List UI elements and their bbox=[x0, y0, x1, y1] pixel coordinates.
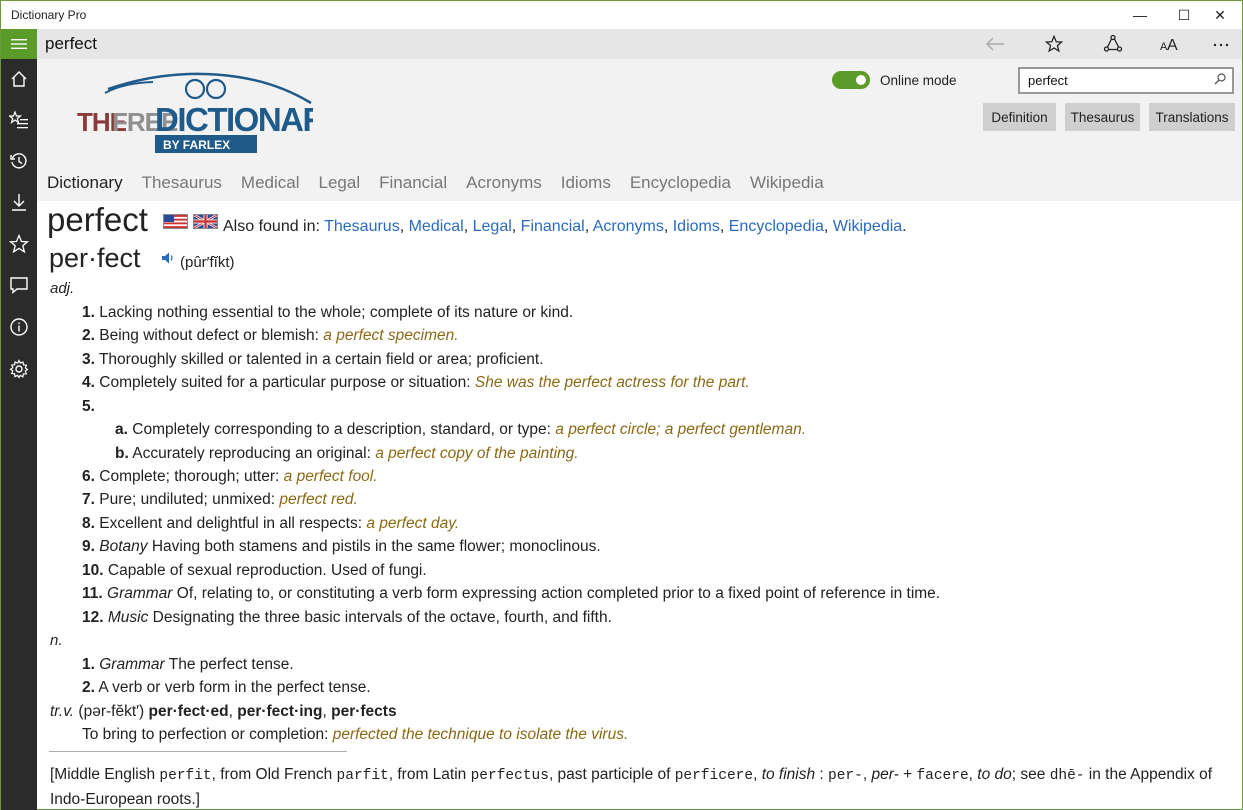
sense-row: 7. Pure; undiluted; unmixed: perfect red… bbox=[82, 491, 358, 508]
pronunciation: (pûr′fĭkt) bbox=[180, 254, 235, 271]
sense-row: 2. A verb or verb form in the perfect te… bbox=[82, 679, 371, 696]
subsense-row: b. Accurately reproducing an original: a… bbox=[115, 445, 579, 462]
us-flag-audio-icon[interactable] bbox=[163, 214, 188, 229]
etymology: [Middle English perfit, from Old French … bbox=[50, 766, 1213, 808]
definition-button[interactable]: Definition bbox=[983, 103, 1056, 131]
source-tabs: Dictionary Thesaurus Medical Legal Finan… bbox=[47, 173, 843, 193]
logo-dictionary: DICTIONARY bbox=[155, 101, 313, 138]
sense-row: 1. Grammar The perfect tense. bbox=[82, 656, 294, 673]
download-icon[interactable] bbox=[1, 187, 37, 217]
text-size-icon[interactable]: AA bbox=[1159, 33, 1183, 55]
also-found-in: Also found in: Thesaurus, Medical, Legal… bbox=[223, 218, 907, 235]
settings-icon[interactable] bbox=[1, 354, 37, 384]
sense-row: 12. Music Designating the three basic in… bbox=[82, 609, 612, 626]
divider bbox=[49, 751, 347, 752]
search-icon[interactable] bbox=[1214, 73, 1226, 88]
sense-row: 10. Capable of sexual reproduction. Used… bbox=[82, 562, 427, 579]
sense-row: 9. Botany Having both stamens and pistil… bbox=[82, 538, 601, 555]
verb-sense: To bring to perfection or completion: pe… bbox=[82, 726, 629, 743]
syllabified-word: per·fect bbox=[49, 243, 141, 273]
audio-flags bbox=[163, 214, 218, 229]
star-icon[interactable] bbox=[1, 229, 37, 259]
online-mode-label: Online mode bbox=[880, 72, 957, 88]
minimize-button[interactable]: — bbox=[1117, 1, 1163, 29]
sense-row: 1. Lacking nothing essential to the whol… bbox=[82, 304, 574, 321]
favorites-list-icon[interactable] bbox=[1, 105, 37, 135]
logo-byline: BY FARLEX bbox=[163, 138, 230, 152]
favorite-star-icon[interactable] bbox=[1042, 33, 1066, 55]
online-mode-control: Online mode bbox=[832, 71, 957, 89]
sense-row: 4. Completely suited for a particular pu… bbox=[82, 374, 750, 391]
sidebar bbox=[1, 29, 37, 810]
link-encyclopedia[interactable]: Encyclopedia bbox=[729, 218, 824, 235]
close-button[interactable]: ✕ bbox=[1197, 1, 1243, 29]
link-idioms[interactable]: Idioms bbox=[673, 218, 720, 235]
tab-financial[interactable]: Financial bbox=[379, 173, 447, 193]
pos-noun: n. bbox=[50, 632, 63, 649]
current-word: perfect bbox=[45, 34, 97, 53]
link-thesaurus[interactable]: Thesaurus bbox=[324, 218, 400, 235]
title-bar: Dictionary Pro — ☐ ✕ bbox=[1, 1, 1242, 29]
tab-wikipedia[interactable]: Wikipedia bbox=[750, 173, 824, 193]
translations-button[interactable]: Translations bbox=[1149, 103, 1235, 131]
tab-thesaurus[interactable]: Thesaurus bbox=[142, 173, 222, 193]
thefreedictionary-logo: THE FREE DICTIONARY BY FARLEX bbox=[77, 72, 313, 153]
header-bar: perfect AA bbox=[37, 29, 1242, 59]
online-mode-toggle[interactable] bbox=[832, 71, 870, 89]
sense-row: 6. Complete; thorough; utter: a perfect … bbox=[82, 468, 378, 485]
subsense-row: a. Completely corresponding to a descrip… bbox=[115, 421, 807, 438]
hamburger-menu-icon[interactable] bbox=[1, 29, 37, 59]
link-financial[interactable]: Financial bbox=[521, 218, 585, 235]
thesaurus-button[interactable]: Thesaurus bbox=[1065, 103, 1140, 131]
search-box[interactable] bbox=[1018, 67, 1234, 94]
tab-legal[interactable]: Legal bbox=[319, 173, 361, 193]
speaker-icon[interactable] bbox=[161, 251, 175, 268]
sense-row: 8. Excellent and delightful in all respe… bbox=[82, 515, 460, 532]
share-icon[interactable] bbox=[1101, 33, 1125, 55]
sense-row: 11. Grammar Of, relating to, or constitu… bbox=[82, 585, 941, 602]
tab-medical[interactable]: Medical bbox=[241, 173, 300, 193]
top-panel: THE FREE DICTIONARY BY FARLEX Online mod… bbox=[37, 59, 1242, 201]
link-acronyms[interactable]: Acronyms bbox=[593, 218, 664, 235]
uk-flag-audio-icon[interactable] bbox=[193, 214, 218, 229]
tab-encyclopedia[interactable]: Encyclopedia bbox=[630, 173, 731, 193]
link-medical[interactable]: Medical bbox=[409, 218, 464, 235]
feedback-icon[interactable] bbox=[1, 270, 37, 300]
link-legal[interactable]: Legal bbox=[473, 218, 512, 235]
sense-row: 2. Being without defect or blemish: a pe… bbox=[82, 327, 459, 344]
search-input[interactable] bbox=[1020, 69, 1200, 92]
entry-headword: perfect bbox=[47, 201, 148, 238]
tab-acronyms[interactable]: Acronyms bbox=[466, 173, 542, 193]
sense-row: 5. bbox=[82, 398, 95, 415]
history-icon[interactable] bbox=[1, 146, 37, 176]
app-title: Dictionary Pro bbox=[11, 8, 87, 22]
link-wikipedia[interactable]: Wikipedia bbox=[833, 218, 902, 235]
tab-idioms[interactable]: Idioms bbox=[561, 173, 611, 193]
pos-adjective: adj. bbox=[50, 280, 75, 297]
info-icon[interactable] bbox=[1, 312, 37, 342]
home-icon[interactable] bbox=[1, 64, 37, 94]
sense-row: 3. Thoroughly skilled or talented in a c… bbox=[82, 351, 544, 368]
tab-dictionary[interactable]: Dictionary bbox=[47, 173, 123, 193]
back-arrow-icon[interactable] bbox=[983, 33, 1007, 55]
svg-text:A: A bbox=[1167, 37, 1178, 52]
verb-line: tr.v. (pər-fĕkt′) per·fect·ed, per·fect·… bbox=[50, 703, 397, 720]
also-found-label: Also found in: bbox=[223, 218, 320, 235]
more-options-icon[interactable] bbox=[1209, 33, 1233, 55]
